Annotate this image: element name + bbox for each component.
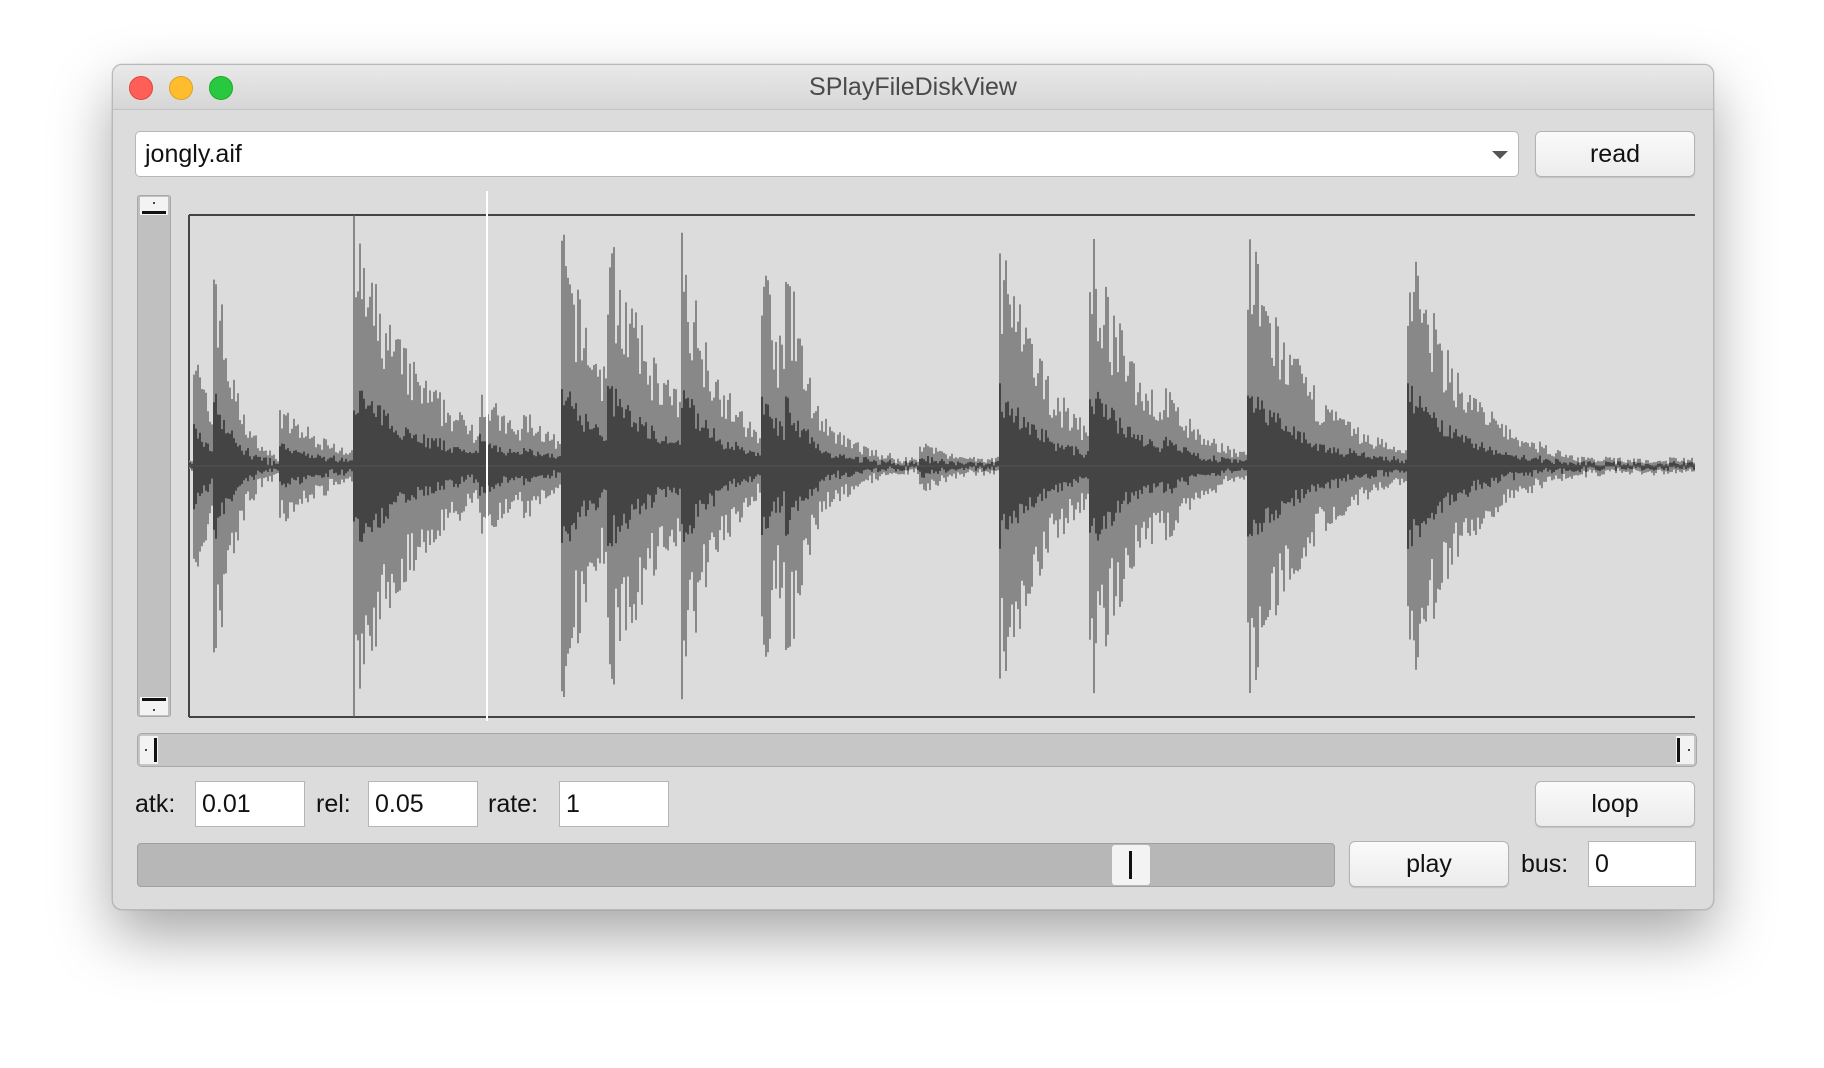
waveform-view[interactable] [187, 191, 1697, 721]
bus-field[interactable]: 0 [1588, 841, 1696, 887]
file-selector[interactable]: jongly.aif [135, 131, 1519, 177]
rate-field[interactable]: 1 [559, 781, 669, 827]
range-end-handle[interactable] [1676, 736, 1694, 764]
position-slider-handle[interactable] [1111, 845, 1150, 885]
read-button[interactable]: read [1535, 131, 1695, 177]
waveform-canvas[interactable] [187, 191, 1697, 721]
title-bar: SPlayFileDiskView [113, 65, 1713, 110]
atk-label: atk: [135, 790, 176, 818]
rel-label: rel: [316, 790, 351, 818]
range-start-handle[interactable] [140, 736, 158, 764]
rel-field[interactable]: 0.05 [368, 781, 478, 827]
file-selector-value: jongly.aif [145, 140, 242, 168]
window-title: SPlayFileDiskView [809, 73, 1017, 101]
loop-button[interactable]: loop [1535, 781, 1695, 827]
chevron-down-icon [1492, 151, 1508, 159]
vertical-range-slider[interactable] [137, 195, 171, 717]
rate-label: rate: [488, 790, 539, 818]
play-button[interactable]: play [1349, 841, 1509, 887]
range-bottom-handle[interactable] [140, 697, 168, 715]
horizontal-range-slider[interactable] [137, 733, 1697, 767]
splayfile-window: SPlayFileDiskView jongly.aif read atk: 0… [112, 64, 1714, 910]
position-slider[interactable] [137, 843, 1335, 887]
atk-field[interactable]: 0.01 [195, 781, 305, 827]
range-top-handle[interactable] [140, 197, 168, 215]
bus-label: bus: [1521, 850, 1569, 878]
